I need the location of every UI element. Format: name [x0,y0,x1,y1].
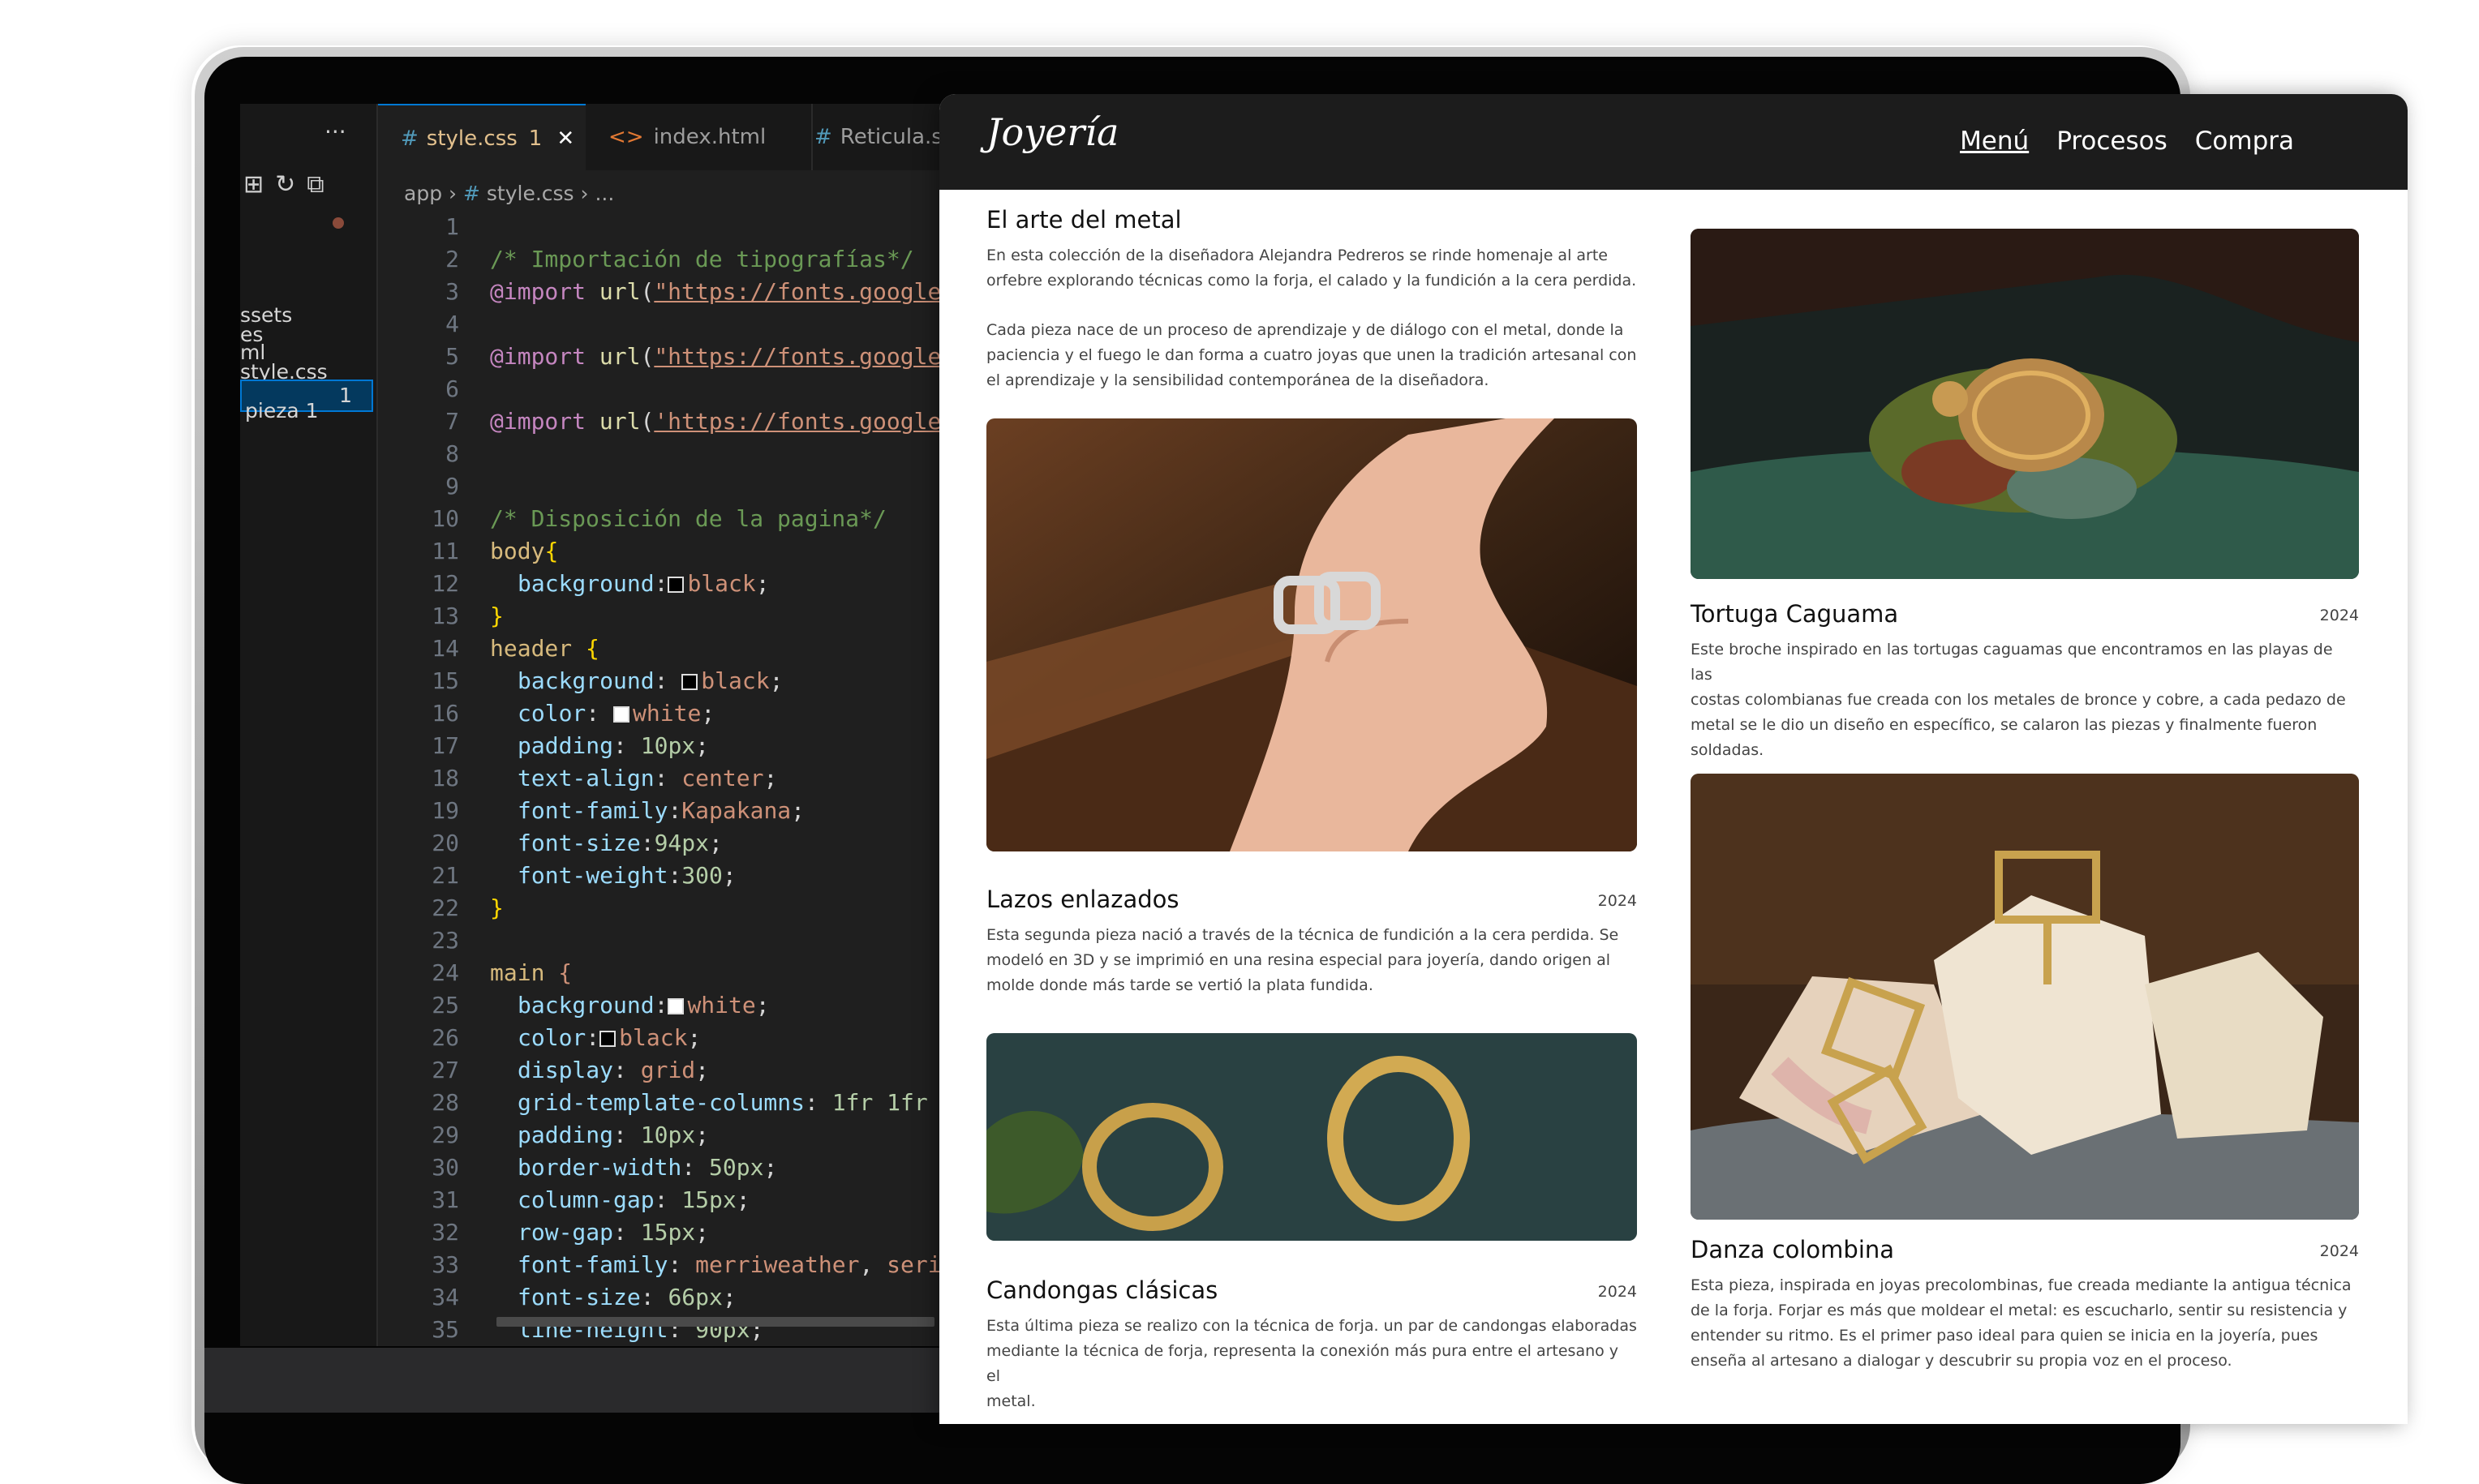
tab-label: Reticula.s [840,125,943,149]
tab-bar: # style.css 1 ✕ <> index.html # Reticula.s [378,104,954,170]
text-line: paciencia y el fuego le dan forma a cuat… [986,346,1637,364]
explorer-actions: ⊞↻⧉ [243,170,336,199]
breadcrumb-more[interactable]: ... [595,182,614,205]
piece-desc-danza: Esta pieza, inspirada en joyas precolomb… [1691,1273,2352,1374]
css-file-icon: # [462,182,480,205]
explorer-item-pieza[interactable]: pieza 1 [245,399,319,422]
horizontal-scrollbar[interactable] [496,1317,934,1327]
problem-count: 1 [528,127,543,151]
file-explorer: ··· ⊞↻⧉ ssets es ml style.css 1 pieza 1 [240,104,378,1346]
piece-title-tortuga: Tortuga Caguama [1691,600,1899,628]
css-file-icon: # [401,127,419,151]
tab-style-css[interactable]: # style.css 1 ✕ [378,104,586,170]
more-actions-icon[interactable]: ··· [324,118,346,145]
text-line: enseña al artesano a dialogar y descubri… [1691,1352,2232,1370]
breadcrumb-file[interactable]: style.css [487,182,574,205]
css-file-icon: # [814,125,832,149]
piece-title-danza: Danza colombina [1691,1236,1895,1263]
photo-danza [1691,774,2359,1220]
text-line: de la forja. Forjar es más que moldear e… [1691,1302,2348,1319]
piece-desc-tortuga: Este broche inspirado en las tortugas ca… [1691,637,2359,763]
site-header: Joyería Menú Procesos Compra [939,94,2408,190]
site-nav: Menú Procesos Compra [1932,127,2294,156]
text-line: modeló en 3D y se imprimió en una resina… [986,951,1610,969]
text-line: Esta pieza, inspirada en joyas precolomb… [1691,1276,2352,1294]
piece-title-candongas: Candongas clásicas [986,1276,1218,1304]
tab-reticula[interactable]: # Reticula.s [790,104,954,170]
laptop-bezel [204,1348,1016,1413]
text-line: metal. [986,1392,1036,1410]
modified-dot-icon [333,217,344,229]
collapse-icon[interactable]: ⧉ [307,170,335,199]
breadcrumb: app › # style.css › ... [404,182,615,205]
text-line: orfebre explorando técnicas como la forj… [986,272,1637,290]
photo-earrings [986,1033,1637,1241]
photo-ring [986,418,1637,851]
text-line: Esta última pieza se realizo con la técn… [986,1317,1637,1335]
text-line: Esta segunda pieza nació a través de la … [986,926,1619,944]
text-line: mediante la técnica de forja, representa… [986,1342,1619,1385]
breadcrumb-folder[interactable]: app [404,182,442,205]
piece-year-lazos: 2024 [1597,892,1637,910]
close-icon[interactable]: ✕ [556,127,574,151]
html-file-icon: <> [608,125,644,149]
piece-desc-lazos: Esta segunda pieza nació a través de la … [986,923,1618,998]
piece-year-candongas: 2024 [1597,1283,1637,1301]
refresh-icon[interactable]: ↻ [275,170,307,199]
website-preview: Joyería Menú Procesos Compra El arte del m… [939,94,2408,1424]
code-editor: ··· ⊞↻⧉ ssets es ml style.css 1 pieza 1 … [240,104,954,1346]
tab-label: index.html [653,125,767,149]
piece-year-tortuga: 2024 [2319,607,2359,624]
intro-title: El arte del metal [986,206,1182,234]
piece-year-danza: 2024 [2319,1242,2359,1260]
text-line: entender su ritmo. Es el primer paso ide… [1691,1327,2318,1345]
text-line: costas colombianas fue creada con los me… [1691,691,2346,709]
piece-title-lazos: Lazos enlazados [986,886,1179,913]
nav-menu-link[interactable]: Menú [1960,127,2029,156]
new-folder-icon[interactable]: ⊞ [243,170,275,199]
intro-paragraph-2: Cada pieza nace de un proceso de aprendi… [986,318,1636,393]
intro-paragraph-1: En esta colección de la diseñadora Aleja… [986,243,1636,294]
text-line: Este broche inspirado en las tortugas ca… [1691,641,2333,684]
text-line: metal se le dio un diseño en específico,… [1691,716,2318,734]
text-line: Cada pieza nace de un proceso de aprendi… [986,321,1624,339]
text-line: soldadas. [1691,741,1764,759]
text-line: el aprendizaje y la sensibilidad contemp… [986,371,1489,389]
piece-desc-candongas: Esta última pieza se realizo con la técn… [986,1314,1637,1414]
photo-turtle [1691,229,2359,579]
nav-compra-link[interactable]: Compra [2195,127,2294,156]
nav-procesos-link[interactable]: Procesos [2056,127,2168,156]
tab-index-html[interactable]: <> index.html [586,104,813,170]
text-line: En esta colección de la diseñadora Aleja… [986,247,1608,264]
tab-label: style.css [426,127,518,151]
text-line: molde donde más tarde se vertió la plata… [986,976,1373,994]
site-logo[interactable]: Joyería [986,110,1119,154]
